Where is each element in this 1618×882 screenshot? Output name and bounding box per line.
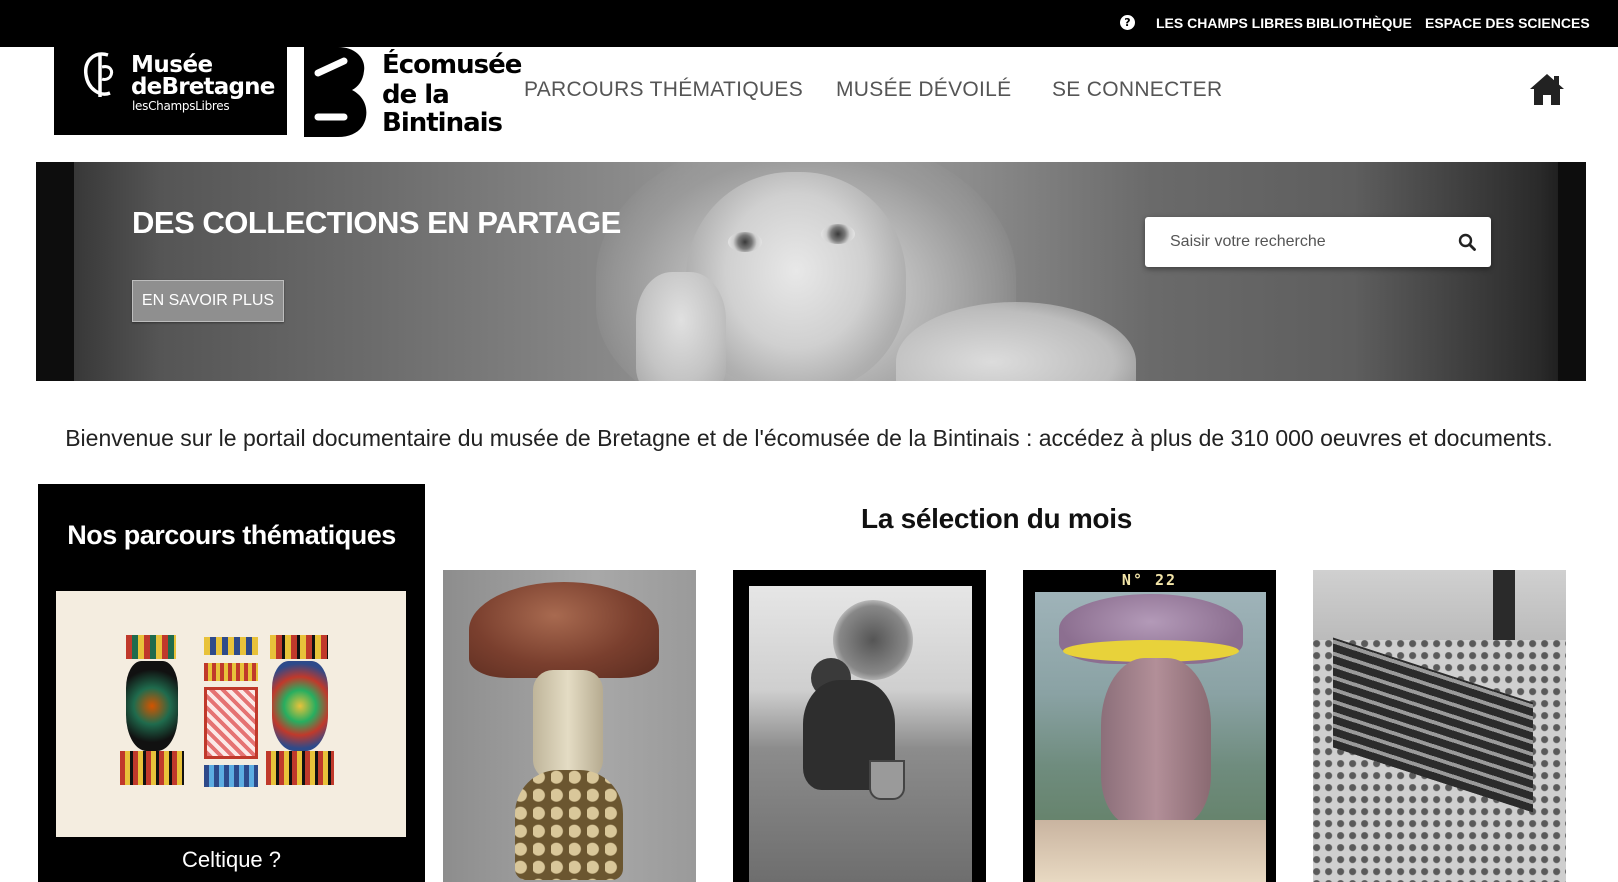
hero-title: DES COLLECTIONS EN PARTAGE	[132, 205, 621, 240]
motif-left-skirt	[120, 751, 184, 785]
photo-bucket	[869, 760, 905, 800]
search-input[interactable]	[1145, 217, 1445, 267]
parcours-thumbnail-celtique[interactable]	[56, 591, 406, 837]
motif-top-band	[204, 637, 258, 655]
motif-center	[204, 687, 258, 759]
logo1-line3: lesChampsLibres	[132, 99, 230, 113]
musee-de-bretagne-mark-icon	[84, 52, 114, 97]
welcome-text: Bienvenue sur le portail documentaire du…	[65, 425, 1553, 451]
logo-ecomusee-bintinais[interactable]: Écomusée de la Bintinais	[304, 47, 522, 137]
mushroom-cap	[469, 582, 659, 678]
hero-film-edge-right	[1558, 162, 1586, 381]
film-number-label: N° 22	[1121, 571, 1178, 589]
ecomusee-b-mark-icon	[304, 47, 367, 137]
search-icon[interactable]	[1458, 233, 1476, 251]
top-utility-bar: ? LES CHAMPS LIBRES BIBLIOTHÈQUE ESPACE …	[0, 0, 1618, 47]
link-les-champs-libres[interactable]: LES CHAMPS LIBRES	[1156, 15, 1303, 31]
hero-film-edge-left	[36, 162, 74, 381]
nav-se-connecter[interactable]: SE CONNECTER	[1052, 78, 1222, 102]
motif-right-band	[270, 635, 328, 659]
motif-band	[126, 635, 176, 659]
hero-photo-eye-right	[821, 224, 855, 244]
logo2-line2: de la	[382, 80, 450, 110]
home-icon[interactable]	[1528, 72, 1566, 106]
selection-title: La sélection du mois	[861, 503, 1132, 534]
motif-right-skirt	[266, 751, 334, 785]
motif-left	[126, 661, 178, 751]
motif-right	[272, 661, 328, 751]
search-box	[1145, 217, 1491, 267]
giant-mushroom-stem	[1101, 658, 1211, 826]
nav-parcours-thematiques[interactable]: PARCOURS THÉMATIQUES	[524, 78, 803, 102]
motif-band-2	[204, 663, 258, 681]
photo-fence	[1035, 820, 1266, 882]
logo2-line3: Bintinais	[382, 108, 503, 138]
logo2-line1: Écomusée	[382, 50, 522, 80]
parcours-title: Nos parcours thématiques	[67, 520, 396, 550]
selection-card-3[interactable]: N° 22	[1023, 570, 1276, 882]
help-icon[interactable]: ?	[1120, 15, 1135, 30]
selection-card-1[interactable]	[443, 570, 696, 882]
logo1-line2: deBretagne	[131, 74, 275, 100]
nav-musee-devoile[interactable]: MUSÉE DÉVOILÉ	[836, 78, 1011, 102]
link-espace-des-sciences[interactable]: ESPACE DES SCIENCES	[1425, 15, 1590, 31]
parcours-caption[interactable]: Celtique ?	[38, 847, 425, 873]
mushroom-stem	[533, 670, 603, 780]
logo-musee-de-bretagne[interactable]: Musée deBretagne lesChampsLibres	[54, 47, 287, 135]
hero-photo-eye-left	[728, 232, 762, 252]
mushroom-base	[515, 770, 623, 880]
link-bibliotheque[interactable]: BIBLIOTHÈQUE	[1306, 15, 1412, 31]
photo-background	[1313, 570, 1566, 650]
motif-bottom-band	[204, 765, 258, 787]
hero-banner: DES COLLECTIONS EN PARTAGE EN SAVOIR PLU…	[36, 162, 1586, 381]
hero-photo-hand	[636, 272, 726, 381]
en-savoir-plus-button[interactable]: EN SAVOIR PLUS	[132, 280, 284, 322]
selection-card-2[interactable]	[733, 570, 986, 882]
selection-card-4[interactable]	[1313, 570, 1566, 882]
parcours-thematiques-panel: Nos parcours thématiques Celtique ?	[38, 484, 425, 882]
